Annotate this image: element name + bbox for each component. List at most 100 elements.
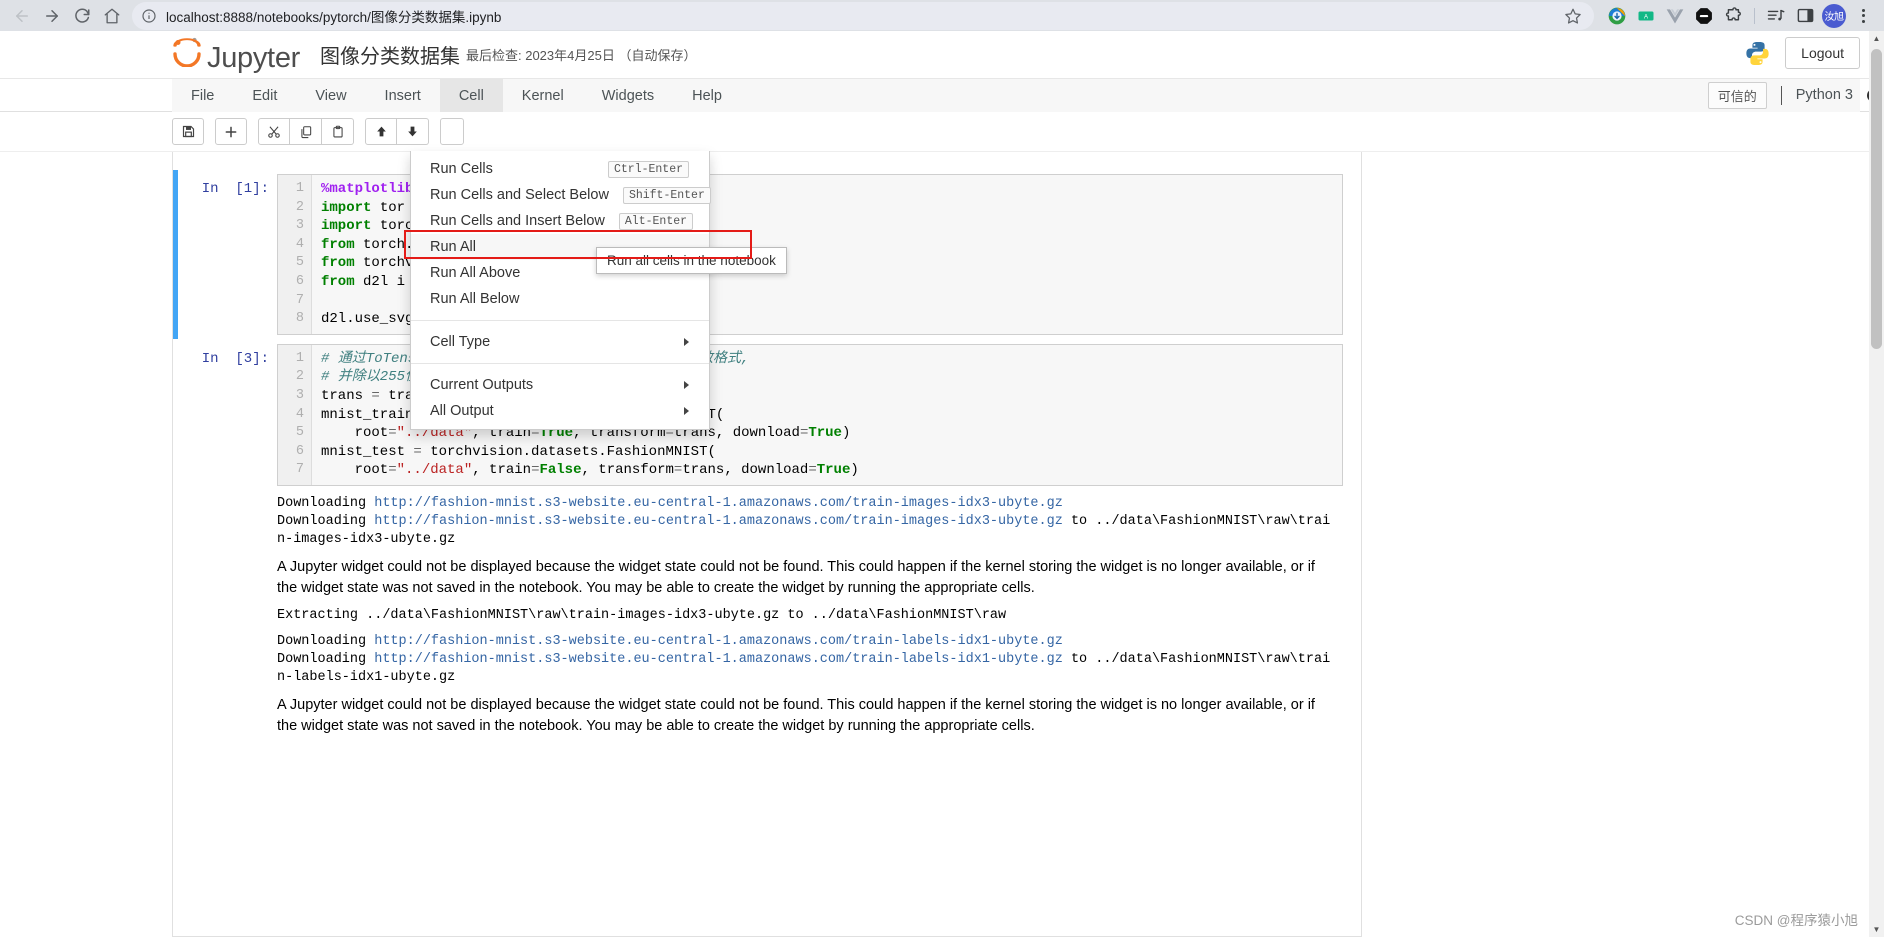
menu-item-shortcut: Alt-Enter bbox=[618, 212, 694, 230]
menu-view[interactable]: View bbox=[296, 79, 365, 112]
toolbar-group-save bbox=[172, 118, 204, 145]
menu-item-label: Run All Above bbox=[430, 265, 521, 281]
menu-kernel[interactable]: Kernel bbox=[503, 79, 583, 112]
chevron-right-icon bbox=[684, 381, 689, 389]
svg-text:A: A bbox=[1644, 14, 1648, 20]
code-cell-2[interactable]: In [3]:1 2 3 4 5 6 7# 通过ToTensor实例将图像数据从… bbox=[191, 343, 1343, 486]
menu-item-label: Run Cells and Insert Below bbox=[430, 213, 605, 229]
menu-label: View bbox=[315, 87, 347, 104]
menu-run-cells[interactable]: Run Cells Ctrl-Enter bbox=[411, 156, 709, 182]
three-dot-menu-icon[interactable] bbox=[1850, 3, 1876, 29]
divider bbox=[1780, 85, 1782, 105]
toolbar-group-insert bbox=[215, 118, 247, 145]
output-widget-warning-1: A Jupyter widget could not be displayed … bbox=[191, 557, 1343, 599]
menu-item-label: Current Outputs bbox=[430, 377, 534, 393]
profile-initials: 汝旭 bbox=[1822, 3, 1846, 28]
line-numbers: 1 2 3 4 5 6 7 bbox=[278, 344, 312, 485]
translate-extension-icon[interactable]: A bbox=[1633, 3, 1659, 29]
menu-run-cells-select-below[interactable]: Run Cells and Select Below Shift-Enter bbox=[411, 182, 711, 208]
menu-separator bbox=[411, 320, 709, 321]
menu-item-label: Run Cells bbox=[430, 161, 493, 177]
menu-file[interactable]: File bbox=[172, 79, 233, 112]
menubar: File Edit View Insert Cell Kernel Widgets Help bbox=[172, 79, 1860, 112]
kernel-name[interactable]: Python 3 bbox=[1796, 87, 1853, 103]
menu-edit[interactable]: Edit bbox=[233, 79, 296, 112]
reload-button[interactable] bbox=[68, 2, 96, 30]
run-all-tooltip: Run all cells in the notebook bbox=[596, 247, 787, 274]
cell-prompt: In [3]: bbox=[201, 350, 269, 367]
jupyter-logo[interactable]: Jupyter bbox=[172, 35, 300, 75]
output-extracting-train-images: Extracting ../data\FashionMNIST\raw\trai… bbox=[191, 607, 1343, 625]
chevron-right-icon bbox=[684, 338, 689, 346]
trust-badge[interactable]: 可信的 bbox=[1707, 81, 1767, 109]
toolbar-group-clipboard bbox=[258, 118, 354, 145]
menu-all-output[interactable]: All Output bbox=[411, 398, 709, 424]
menu-separator bbox=[411, 363, 709, 364]
scroll-down-arrow[interactable]: ▼ bbox=[1869, 922, 1884, 937]
vue-devtools-icon[interactable] bbox=[1662, 3, 1688, 29]
output-widget-warning-2: A Jupyter widget could not be displayed … bbox=[191, 695, 1343, 737]
notebook-toolbar bbox=[0, 112, 1884, 152]
menu-run-all-below[interactable]: Run All Below bbox=[411, 286, 709, 312]
back-button[interactable] bbox=[8, 2, 36, 30]
insert-cell-below-button[interactable] bbox=[215, 118, 247, 145]
cut-cell-button[interactable] bbox=[258, 118, 290, 145]
menubar-right: 可信的 Python 3 bbox=[1707, 79, 1884, 111]
extension-icons: A 汝旭 bbox=[1600, 3, 1876, 29]
line-numbers: 1 2 3 4 5 6 7 8 bbox=[278, 175, 312, 334]
move-cell-down-button[interactable] bbox=[397, 118, 429, 145]
move-cell-up-button[interactable] bbox=[365, 118, 397, 145]
output-download-train-labels: Downloading http://fashion-mnist.s3-webs… bbox=[191, 633, 1343, 687]
side-panel-icon[interactable] bbox=[1792, 3, 1818, 29]
python-logo bbox=[1744, 40, 1771, 67]
menubar-wrapper: File Edit View Insert Cell Kernel Widgets Help … bbox=[0, 79, 1884, 112]
page-scrollbar[interactable]: ▲ ▼ bbox=[1869, 31, 1884, 937]
watermark: CSDN @程序猿小旭 bbox=[1734, 913, 1858, 928]
browser-toolbar: localhost:8888/notebooks/pytorch/图像分类数据集… bbox=[0, 0, 1884, 31]
puzzle-extensions-icon[interactable] bbox=[1720, 3, 1746, 29]
cell-prompt: In [1]: bbox=[201, 181, 269, 197]
menu-label: Insert bbox=[384, 87, 421, 104]
menu-item-label: Run All bbox=[430, 239, 476, 255]
menu-label: Widgets bbox=[601, 87, 655, 104]
copy-cell-button[interactable] bbox=[290, 118, 322, 145]
avatar[interactable]: 汝旭 bbox=[1821, 3, 1847, 29]
notebook-title[interactable]: 图像分类数据集 bbox=[320, 40, 460, 69]
toolbar-divider bbox=[1754, 7, 1755, 24]
menu-item-shortcut: Ctrl-Enter bbox=[607, 160, 689, 178]
paste-cell-button[interactable] bbox=[322, 118, 354, 145]
output-text: Downloading http://fashion-mnist.s3-webs… bbox=[277, 495, 1331, 547]
menu-run-cells-insert-below[interactable]: Run Cells and Insert Below Alt-Enter bbox=[411, 208, 709, 234]
scrollbar-thumb[interactable] bbox=[1871, 49, 1882, 349]
menu-label: Kernel bbox=[521, 87, 564, 104]
menu-item-label: Run All Below bbox=[430, 291, 520, 307]
chevron-right-icon bbox=[684, 407, 689, 415]
menu-insert[interactable]: Insert bbox=[366, 79, 440, 112]
idm-extension-icon[interactable] bbox=[1604, 3, 1630, 29]
menu-label: File bbox=[191, 87, 215, 104]
output-text: A Jupyter widget could not be displayed … bbox=[277, 558, 1315, 596]
menu-item-label: All Output bbox=[430, 403, 494, 419]
page-content: Jupyter 图像分类数据集 最后检查: 2023年4月25日 （自动保存） … bbox=[0, 31, 1884, 937]
scroll-up-arrow[interactable]: ▲ bbox=[1869, 31, 1884, 46]
menu-cell-type[interactable]: Cell Type bbox=[411, 329, 709, 355]
cell-dropdown-menu: Run Cells Ctrl-Enter Run Cells and Select … bbox=[410, 151, 711, 430]
forward-button[interactable] bbox=[38, 2, 66, 30]
url-text: localhost:8888/notebooks/pytorch/图像分类数据集… bbox=[166, 9, 502, 25]
menu-help[interactable]: Help bbox=[673, 79, 741, 112]
home-button[interactable] bbox=[98, 2, 126, 30]
menu-current-outputs[interactable]: Current Outputs bbox=[411, 372, 709, 398]
menu-item-label: Run Cells and Select Below bbox=[430, 187, 609, 203]
url-bar[interactable]: localhost:8888/notebooks/pytorch/图像分类数据集… bbox=[132, 1, 1594, 30]
logout-button[interactable]: Logout bbox=[1785, 37, 1860, 69]
adblock-extension-icon[interactable] bbox=[1691, 3, 1717, 29]
menu-label: Cell bbox=[458, 87, 484, 104]
menu-cell[interactable]: Cell bbox=[439, 79, 503, 112]
save-button[interactable] bbox=[172, 118, 204, 145]
star-icon[interactable] bbox=[1562, 5, 1584, 27]
info-circle-icon[interactable] bbox=[140, 7, 158, 25]
run-cell-button[interactable] bbox=[440, 118, 464, 145]
checkpoint-status: 最后检查: 2023年4月25日 （自动保存） bbox=[466, 48, 697, 63]
menu-widgets[interactable]: Widgets bbox=[583, 79, 673, 112]
media-controls-icon[interactable] bbox=[1763, 3, 1789, 29]
